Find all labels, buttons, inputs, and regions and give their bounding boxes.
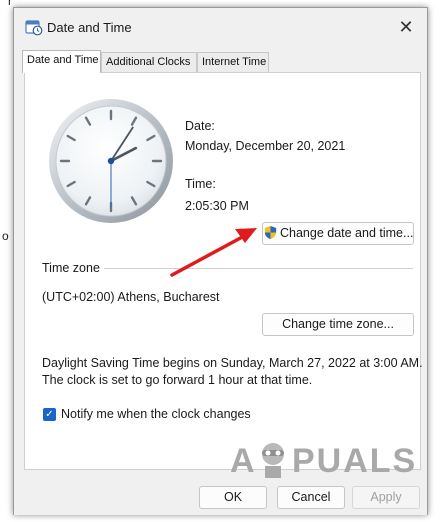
notify-checkbox[interactable]: ✓	[43, 408, 56, 421]
section-divider	[104, 268, 413, 269]
close-button[interactable]: ✕	[393, 14, 419, 40]
uac-shield-icon	[264, 225, 277, 240]
time-zone-value: (UTC+02:00) Athens, Bucharest	[42, 290, 220, 304]
dst-message-line1: Daylight Saving Time begins on Sunday, M…	[42, 356, 423, 370]
apply-button[interactable]: Apply	[352, 486, 420, 509]
notify-label[interactable]: Notify me when the clock changes	[61, 407, 251, 421]
tab-additional-clocks[interactable]: Additional Clocks	[101, 52, 197, 72]
tab-internet-time[interactable]: Internet Time	[197, 52, 269, 72]
tab-panel: Date: Monday, December 20, 2021 Time: 2:…	[24, 72, 423, 470]
watermark-text-puals: PUALS	[292, 442, 418, 480]
date-time-dialog: Date and Time ✕ Date and Time Additional…	[13, 7, 428, 515]
dst-message-line2: The clock is set to go forward 1 hour at…	[42, 373, 313, 387]
cancel-button[interactable]: Cancel	[277, 486, 345, 509]
tab-date-and-time[interactable]: Date and Time	[22, 50, 101, 73]
time-value: 2:05:30 PM	[185, 199, 249, 213]
background-text-fragment: o	[2, 229, 9, 243]
change-date-and-time-label: Change date and time...	[280, 226, 414, 240]
checkmark-icon: ✓	[45, 409, 54, 420]
background-text-fragment: r	[8, 0, 12, 8]
change-time-zone-button[interactable]: Change time zone...	[262, 313, 414, 336]
dialog-footer: OK Cancel Apply	[14, 478, 427, 515]
ok-button[interactable]: OK	[199, 486, 267, 509]
date-label: Date:	[185, 119, 215, 133]
date-value: Monday, December 20, 2021	[185, 139, 346, 153]
change-date-and-time-button[interactable]: Change date and time...	[262, 222, 414, 245]
title-bar[interactable]: Date and Time ✕	[14, 8, 427, 46]
time-label: Time:	[185, 177, 216, 191]
time-zone-heading: Time zone	[42, 261, 100, 275]
analog-clock	[49, 99, 173, 223]
watermark-mascot-icon	[262, 443, 284, 478]
window-title: Date and Time	[47, 20, 132, 35]
watermark-text-a: A	[230, 442, 257, 480]
date-time-app-icon	[25, 20, 43, 36]
